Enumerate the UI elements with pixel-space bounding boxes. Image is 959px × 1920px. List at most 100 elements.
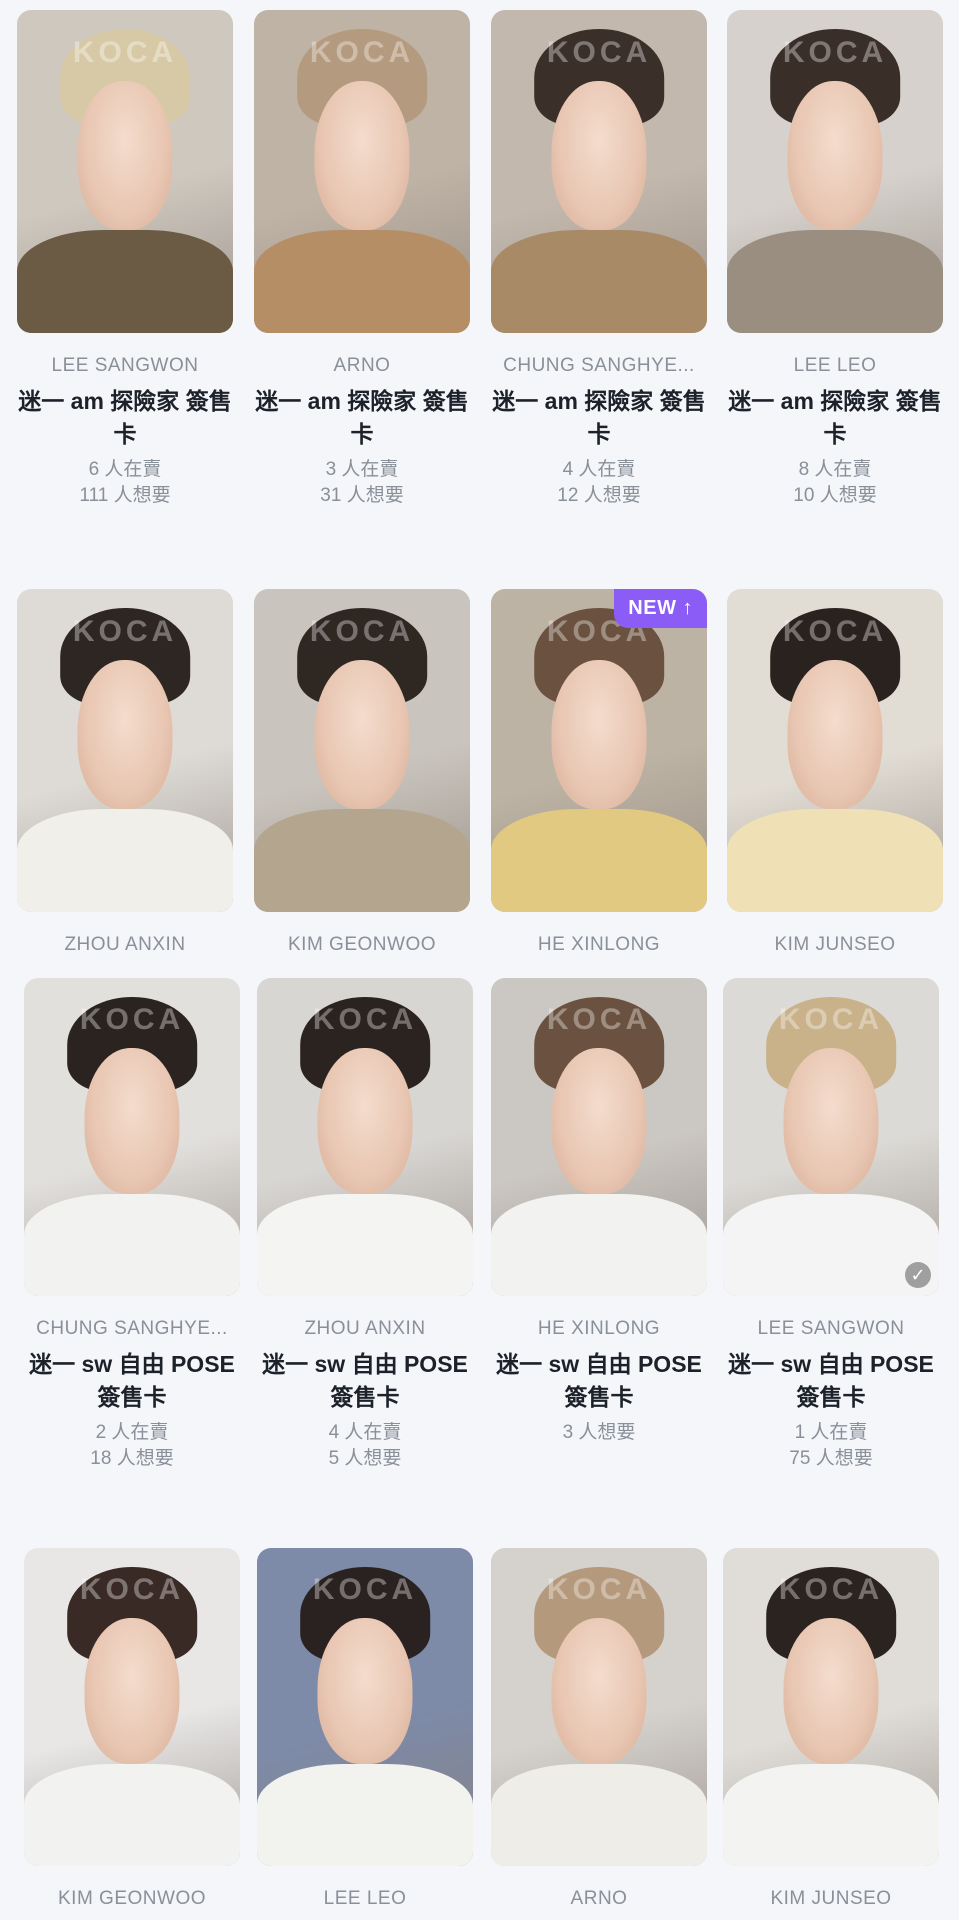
face-shape	[84, 1617, 180, 1765]
photocard-item[interactable]: KOCA LEE LEO 迷一 am 探險家 簽售卡 8 人在賣 10 人想要	[727, 10, 943, 509]
member-name: ZHOU ANXIN	[64, 934, 186, 955]
shirt-shape	[254, 229, 470, 333]
photocard-image[interactable]: KOCA NEW ↑	[491, 589, 707, 912]
koca-watermark: KOCA	[309, 614, 415, 648]
photocard-item[interactable]: KOCA ARNO 迷一 am 探險家 簽售卡 3 人在賣 31 人想要	[254, 10, 470, 509]
face-shape	[551, 81, 647, 230]
member-name: KIM GEONWOO	[58, 1888, 206, 1909]
photocard-image[interactable]: KOCA	[723, 1548, 939, 1866]
photocard-item[interactable]: KOCA LEE SANGWON 迷一 am 探險家 簽售卡 6 人在賣 111 人想要	[17, 10, 233, 509]
selling-count: 6 人在賣	[88, 459, 162, 480]
koca-watermark: KOCA	[72, 614, 178, 648]
shirt-shape	[491, 1764, 707, 1866]
member-name: ARNO	[333, 355, 391, 376]
face-shape	[551, 1617, 647, 1765]
photocard-item[interactable]: KOCA ✓ LEE SANGWON 迷一 sw 自由 POSE 簽售卡 1 人在賣 75…	[723, 978, 939, 1472]
shirt-shape	[254, 808, 470, 912]
photocard-image[interactable]: KOCA	[17, 10, 233, 333]
selling-count: 8 人在賣	[798, 459, 872, 480]
member-name: KIM JUNSEO	[774, 934, 896, 955]
photocard-item[interactable]: KOCA KIM JUNSEO	[723, 1548, 939, 1910]
card-title: 迷一 am 探險家 簽售卡	[18, 388, 232, 447]
card-title: 迷一 sw 自由 POSE 簽售卡	[728, 1351, 934, 1410]
photocard-image[interactable]: KOCA	[491, 1548, 707, 1866]
photocard-image[interactable]: KOCA	[491, 10, 707, 333]
photocard-image[interactable]: KOCA	[257, 978, 473, 1296]
photocard-image[interactable]: KOCA ✓	[723, 978, 939, 1296]
koca-watermark: KOCA	[312, 1573, 418, 1607]
new-badge: NEW ↑	[614, 589, 707, 628]
photocard-item[interactable]: KOCA NEW ↑ HE XINLONG	[491, 589, 707, 956]
member-name: ARNO	[570, 1888, 628, 1909]
card-stats: 4 人在賣 12 人想要	[491, 457, 707, 509]
koca-watermark: KOCA	[79, 1573, 185, 1607]
card-stats: 8 人在賣 10 人想要	[727, 457, 943, 509]
koca-watermark: KOCA	[782, 614, 888, 648]
member-name: CHUNG SANGHYE...	[503, 355, 695, 376]
photocard-item[interactable]: KOCA ZHOU ANXIN 迷一 sw 自由 POSE 簽售卡 4 人在賣 5 人想…	[257, 978, 473, 1472]
photocard-image[interactable]: KOCA	[727, 10, 943, 333]
selling-count: 1 人在賣	[794, 1422, 868, 1443]
koca-watermark: KOCA	[778, 1003, 884, 1037]
selling-count: 3 人在賣	[325, 459, 399, 480]
card-stats: 2 人在賣 18 人想要	[24, 1420, 240, 1472]
shirt-shape	[491, 229, 707, 333]
member-name: LEE SANGWON	[51, 355, 199, 376]
selling-count: 4 人在賣	[328, 1422, 402, 1443]
photocard-image[interactable]: KOCA	[254, 10, 470, 333]
member-name: HE XINLONG	[537, 1318, 661, 1339]
koca-watermark: KOCA	[782, 35, 888, 69]
face-shape	[783, 1617, 879, 1765]
shirt-shape	[491, 1194, 707, 1296]
face-shape	[314, 81, 410, 230]
koca-watermark: KOCA	[72, 35, 178, 69]
face-shape	[551, 660, 647, 809]
photocard-item[interactable]: KOCA LEE LEO	[257, 1548, 473, 1910]
photocard-image[interactable]: KOCA	[24, 978, 240, 1296]
shirt-shape	[17, 229, 233, 333]
photocard-item[interactable]: KOCA KIM JUNSEO	[727, 589, 943, 956]
check-icon[interactable]: ✓	[905, 1262, 931, 1288]
photocard-image[interactable]: KOCA	[17, 589, 233, 912]
shirt-shape	[257, 1764, 473, 1866]
photocard-item[interactable]: KOCA KIM GEONWOO	[254, 589, 470, 956]
shirt-shape	[24, 1764, 240, 1866]
card-title: 迷一 am 探險家 簽售卡	[728, 388, 942, 447]
wanting-count: 10 人想要	[793, 485, 877, 506]
shirt-shape	[24, 1194, 240, 1296]
photocard-image[interactable]: KOCA	[491, 978, 707, 1296]
photocard-item[interactable]: KOCA CHUNG SANGHYE... 迷一 sw 自由 POSE 簽售卡 2 人…	[24, 978, 240, 1472]
card-stats: 3 人想要	[491, 1420, 707, 1446]
photocard-item[interactable]: KOCA ZHOU ANXIN	[17, 589, 233, 956]
member-name: LEE SANGWON	[757, 1318, 905, 1339]
koca-watermark: KOCA	[546, 35, 652, 69]
face-shape	[317, 1047, 413, 1195]
card-stats: 3 人在賣 31 人想要	[254, 457, 470, 509]
shirt-shape	[491, 808, 707, 912]
photocard-image[interactable]: KOCA	[727, 589, 943, 912]
wanting-count: 111 人想要	[79, 485, 171, 506]
card-stats: 6 人在賣 111 人想要	[17, 457, 233, 509]
member-name: LEE LEO	[793, 355, 877, 376]
photocard-item[interactable]: KOCA ARNO	[491, 1548, 707, 1910]
photocard-image[interactable]: KOCA	[257, 1548, 473, 1866]
photocard-image[interactable]: KOCA	[24, 1548, 240, 1866]
koca-watermark: KOCA	[546, 1573, 652, 1607]
card-title: 迷一 sw 自由 POSE 簽售卡	[496, 1351, 702, 1410]
card-stats: 1 人在賣 75 人想要	[723, 1420, 939, 1472]
card-title: 迷一 sw 自由 POSE 簽售卡	[262, 1351, 468, 1410]
face-shape	[77, 660, 173, 809]
selling-count: 4 人在賣	[562, 459, 636, 480]
card-title: 迷一 am 探險家 簽售卡	[492, 388, 706, 447]
card-stats: 4 人在賣 5 人想要	[257, 1420, 473, 1472]
photocard-image[interactable]: KOCA	[254, 589, 470, 912]
face-shape	[783, 1047, 879, 1195]
face-shape	[551, 1047, 647, 1195]
photocard-item[interactable]: KOCA HE XINLONG 迷一 sw 自由 POSE 簽售卡 3 人想要	[491, 978, 707, 1446]
koca-watermark: KOCA	[309, 35, 415, 69]
photocard-item[interactable]: KOCA KIM GEONWOO	[24, 1548, 240, 1910]
shirt-shape	[257, 1194, 473, 1296]
photocard-item[interactable]: KOCA CHUNG SANGHYE... 迷一 am 探險家 簽售卡 4 人在賣 12…	[491, 10, 707, 509]
wanting-count: 12 人想要	[557, 485, 641, 506]
member-name: CHUNG SANGHYE...	[36, 1318, 228, 1339]
